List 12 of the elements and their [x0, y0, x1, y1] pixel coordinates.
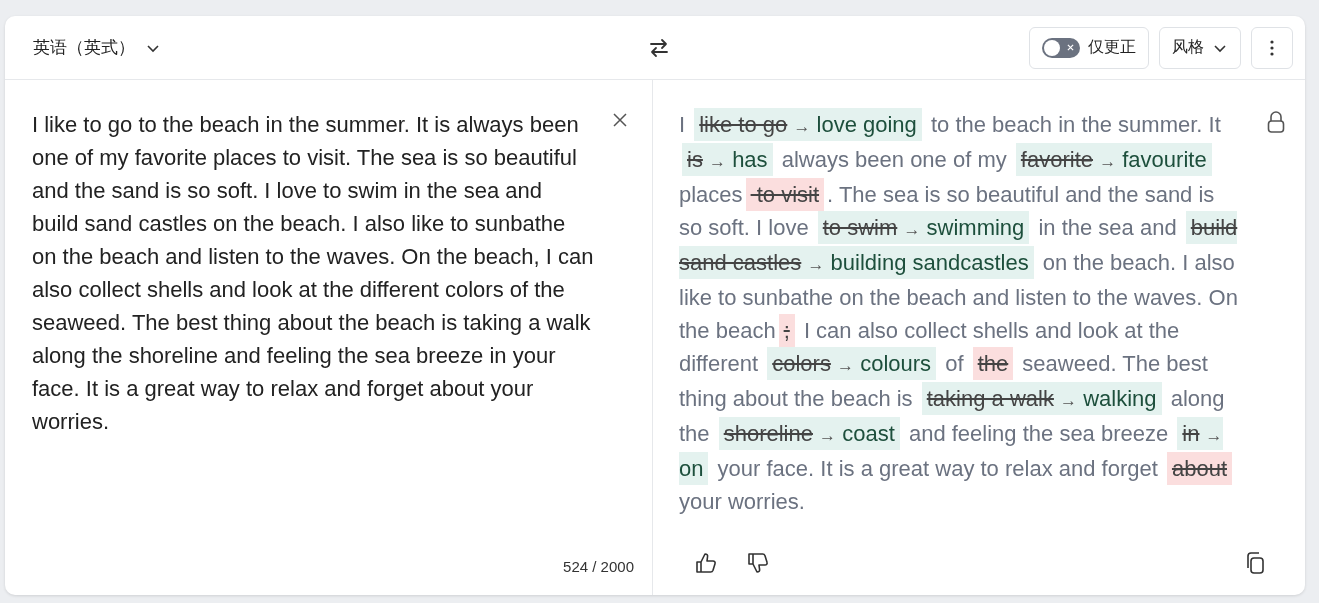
input-text[interactable]: I like to go to the beach in the summer. It is always been one of my favorite places to visit. The sea is so beautiful and the sand is so soft. I love to swim in the sea and build sand castles on the beach. I also like to sunbathe on the beach and listen to the waves. On the beach, I can also collect shells and look at the different colors of the seaweed. The best thing about the beach is taking a walk along the shoreline and feeling the sea breeze in your face. It is a great way to relax and forget about your worries.	[32, 108, 594, 438]
language-dropdown[interactable]: 英语（英式）	[25, 30, 169, 65]
thumbs-up-icon[interactable]	[694, 551, 718, 575]
corrections-only-toggle[interactable]: 仅更正	[1029, 26, 1149, 69]
lock-icon[interactable]	[1267, 110, 1285, 134]
kebab-menu-icon	[1270, 39, 1274, 56]
close-icon[interactable]	[612, 112, 628, 128]
style-dropdown[interactable]: 风格	[1159, 26, 1241, 69]
thumbs-down-icon[interactable]	[746, 551, 770, 575]
x-icon	[1067, 44, 1074, 51]
character-count: 524 / 2000	[563, 558, 634, 575]
corrected-text: I like to go → love going to the beach in the summer. It is → has always been one of my favorite → favourite places to visit . The sea is so beautiful and the sand is so soft. I love to swim → swimming in the sea and build sand castles → building sandcastles on the beach. I also like to sunbathe on the beach and listen to the waves. On the beach ; I can also collect shells and look at the different colors → colours of the seaweed. The best thing about the beach is taking a walk → walking along the shoreline → coast and feeling the sea breeze in → on your face. It is a great way to relax and forget about your worries.	[679, 108, 1239, 518]
